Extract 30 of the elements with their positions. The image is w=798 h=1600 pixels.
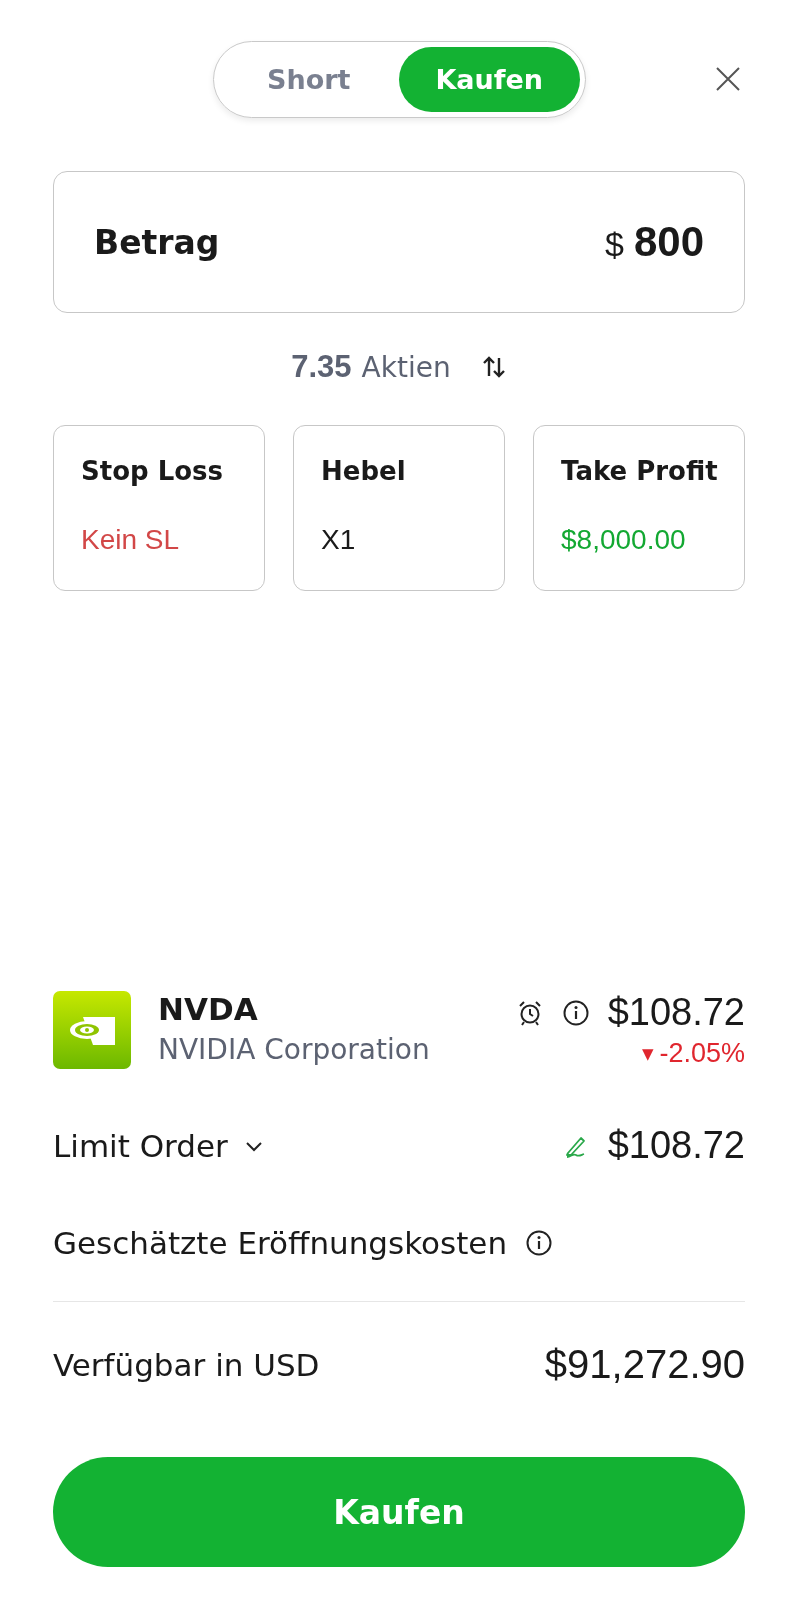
limit-price: $108.72 bbox=[607, 1124, 745, 1167]
currency-symbol: $ bbox=[605, 225, 624, 264]
info-icon[interactable] bbox=[525, 1229, 554, 1257]
company-name: NVIDIA Corporation bbox=[158, 1033, 431, 1066]
amount-field[interactable]: Betrag $ 800 bbox=[53, 171, 745, 313]
down-triangle-icon: ▼ bbox=[641, 1044, 654, 1063]
setting-card[interactable]: Hebel X1 bbox=[293, 425, 505, 591]
setting-value: $8,000.00 bbox=[561, 524, 687, 556]
instrument-symbol: NVDA bbox=[158, 991, 259, 1027]
amount-value: 800 bbox=[633, 218, 704, 266]
close-icon[interactable] bbox=[715, 66, 741, 92]
order-type-dropdown[interactable]: Limit Order bbox=[53, 1127, 264, 1164]
available-value: $91,272.90 bbox=[544, 1342, 745, 1387]
setting-value: X1 bbox=[321, 524, 357, 556]
units-value: 7.35 bbox=[291, 349, 352, 385]
setting-label: Stop Loss bbox=[81, 456, 225, 486]
side-tab[interactable]: Short bbox=[218, 47, 399, 112]
info-icon[interactable] bbox=[561, 998, 590, 1027]
instrument-price: $108.72 bbox=[607, 991, 745, 1034]
units-label: Aktien bbox=[361, 350, 451, 384]
available-label: Verfügbar in USD bbox=[53, 1346, 320, 1383]
chevron-down-icon[interactable] bbox=[243, 1139, 264, 1152]
setting-value: Kein SL bbox=[81, 524, 181, 556]
setting-card[interactable]: Take Profit $8,000.00 bbox=[533, 425, 745, 591]
cost-label: Geschätzte Eröffnungskosten bbox=[53, 1225, 508, 1261]
setting-label: Hebel bbox=[321, 456, 407, 486]
amount-label: Betrag bbox=[94, 222, 220, 262]
price-change: -2.05% bbox=[659, 1038, 745, 1069]
setting-card[interactable]: Stop Loss Kein SL bbox=[53, 425, 265, 591]
setting-label: Take Profit bbox=[561, 456, 719, 486]
